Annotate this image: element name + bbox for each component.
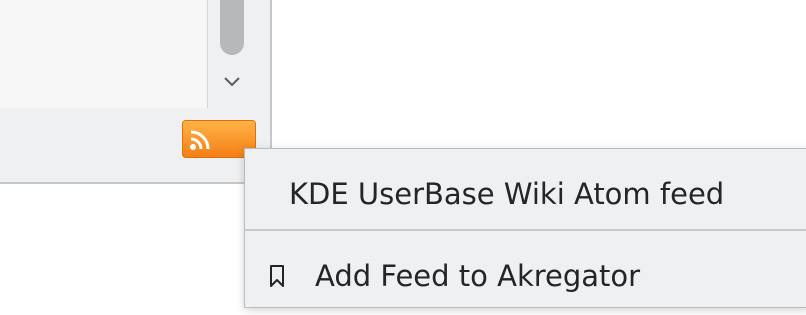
menu-item-label: KDE UserBase Wiki Atom feed (289, 177, 725, 211)
menu-separator (245, 229, 806, 231)
scrollbar-thumb[interactable] (220, 0, 244, 55)
page-content-pane (0, 0, 208, 108)
menu-item-add-feed-akregator[interactable]: Add Feed to Akregator (245, 237, 806, 315)
menu-item-label: Add Feed to Akregator (315, 259, 641, 293)
vertical-scrollbar[interactable] (208, 0, 264, 108)
rss-feed-icon (190, 130, 210, 150)
chevron-down-icon[interactable] (222, 72, 242, 92)
bookmark-icon (270, 265, 284, 287)
menu-item-atom-feed[interactable]: KDE UserBase Wiki Atom feed (245, 155, 806, 233)
feed-context-menu: KDE UserBase Wiki Atom feed Add Feed to … (244, 148, 806, 308)
browser-window-area (0, 0, 272, 184)
